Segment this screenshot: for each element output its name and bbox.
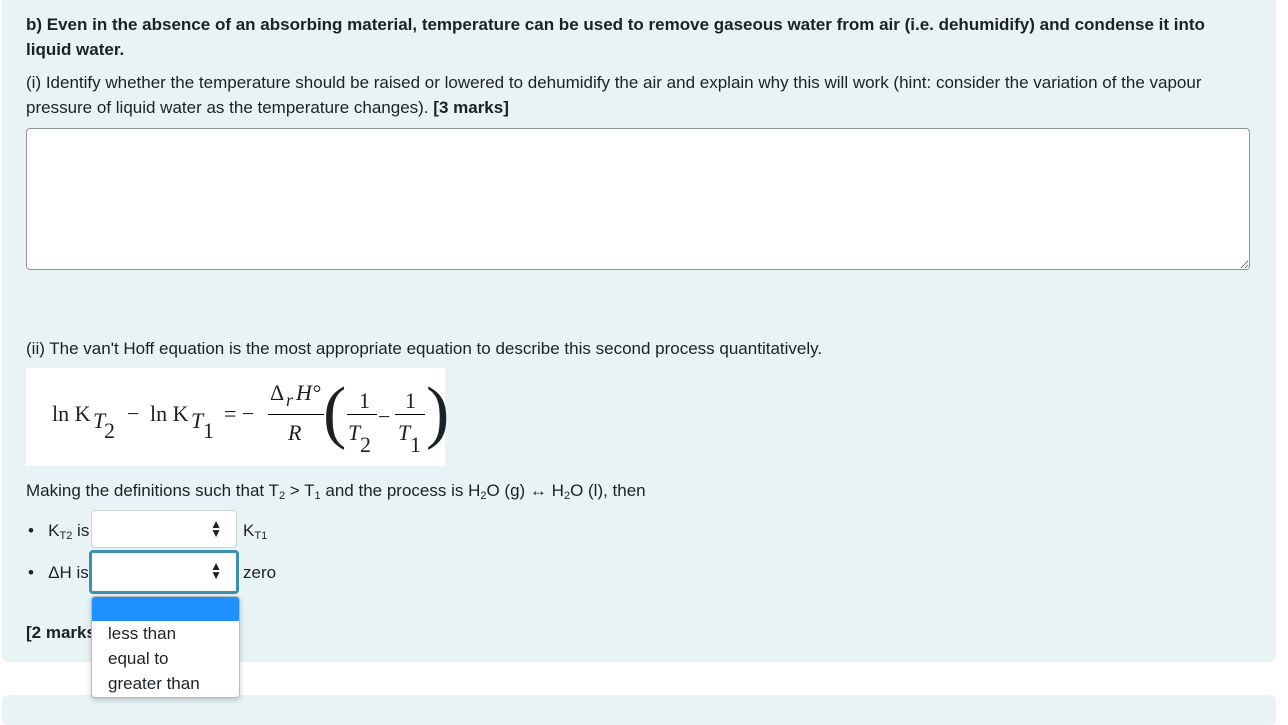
eq-subsub2: 1 [203, 418, 214, 443]
eq-r: r [286, 390, 294, 410]
eq-minus: − [127, 401, 140, 426]
part-ii-text: (ii) The van't Hoff equation is the most… [26, 339, 823, 358]
option-less-than[interactable]: less than [92, 621, 239, 646]
eq-ln2: ln K [150, 401, 189, 426]
question-title: b) Even in the absence of an absorbing m… [26, 15, 1205, 59]
eq-t2: T [348, 420, 361, 445]
eq-t1-sub: 1 [410, 432, 421, 457]
eq-delta: Δ [270, 380, 285, 405]
select-dropdown-list: less than equal to greater than [91, 596, 240, 698]
bullet-dh: • ΔH is [28, 563, 89, 582]
kt1-label: KT1 [243, 521, 268, 542]
part-i-text: (i) Identify whether the temperature sho… [26, 70, 1256, 120]
eq-one-a: 1 [359, 388, 370, 413]
definition-text: Making the definitions such that T2 > T1… [26, 481, 646, 502]
next-question-panel [2, 695, 1276, 725]
eq-inner-minus: − [378, 404, 391, 429]
select-arrows-icon: ▲ ▼ [210, 517, 222, 540]
eq-paren-right: ) [426, 374, 450, 451]
zero-label: zero [243, 563, 277, 582]
eq-one-b: 1 [405, 388, 416, 413]
answer-textarea[interactable] [26, 128, 1250, 270]
eq-equals: = − [224, 401, 255, 426]
vant-hoff-equation-image: ln K T 2 − ln K T 1 = − Δ r H° R ( 1 T 2… [26, 368, 449, 466]
part-i-prompt: (i) Identify whether the temperature sho… [26, 73, 1202, 117]
select-arrows-icon: ▲ ▼ [210, 559, 222, 582]
option-greater-than[interactable]: greater than [92, 671, 239, 696]
eq-h: H° [296, 380, 321, 405]
option-equal-to[interactable]: equal to [92, 646, 239, 671]
bullet-k: • KT2 is [28, 521, 90, 542]
eq-sub2: T [191, 408, 204, 433]
dh-comparison-select[interactable]: ▲ ▼ [89, 550, 239, 594]
eq-t1: T [398, 420, 411, 445]
eq-t2-sub: 2 [360, 432, 371, 457]
eq-paren-left: ( [323, 374, 347, 451]
eq-subsub1: 2 [104, 418, 115, 443]
k-comparison-select[interactable]: ▲ ▼ [91, 510, 237, 548]
part-i-marks: [3 marks] [433, 98, 509, 117]
option-blank[interactable] [92, 597, 239, 621]
eq-r-const: R [288, 420, 302, 445]
eq-ln1: ln K [52, 401, 91, 426]
